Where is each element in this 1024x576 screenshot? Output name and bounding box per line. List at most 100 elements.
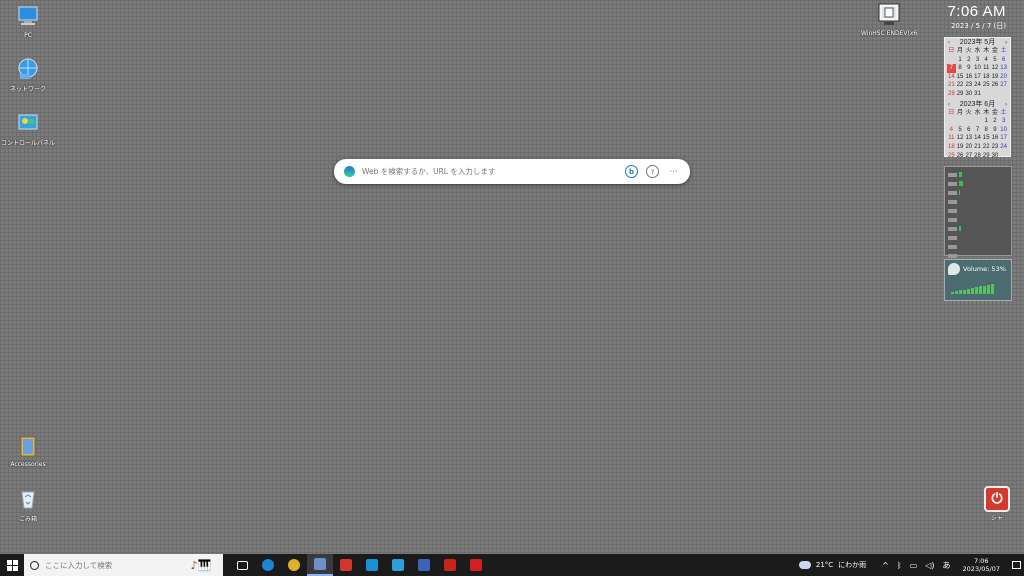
calendar-day[interactable]: 28 <box>973 152 982 161</box>
speaker-tray-icon[interactable]: ◁) <box>925 561 934 570</box>
calendar-day[interactable]: 9 <box>964 64 973 73</box>
calendar-day[interactable]: 2 <box>991 117 1000 126</box>
calendar-day[interactable]: 26 <box>991 81 1000 90</box>
calendar-day[interactable]: 17 <box>973 73 982 82</box>
calendar-day[interactable]: 18 <box>947 143 956 152</box>
chevron-up-icon[interactable]: ^ <box>882 561 889 570</box>
taskbar-app-monitor-app[interactable] <box>411 554 437 576</box>
desktop-icon-control-panel[interactable]: コントロールパネル <box>0 110 56 147</box>
next-month-icon[interactable]: › <box>1005 101 1007 109</box>
calendar-day[interactable]: 24 <box>973 81 982 90</box>
calendar-day[interactable]: 21 <box>947 81 956 90</box>
piano-icon[interactable]: ♪🎹 <box>179 554 223 576</box>
search-input[interactable] <box>362 167 617 176</box>
calendar-day[interactable]: 1 <box>982 117 991 126</box>
desktop-icon-network[interactable]: ネットワーク <box>0 56 56 93</box>
calendar-day[interactable]: 23 <box>991 143 1000 152</box>
weather-widget[interactable]: 21°C にわか雨 <box>798 560 866 570</box>
calendar-day[interactable]: 26 <box>956 152 965 161</box>
calendar-day[interactable]: 20 <box>964 143 973 152</box>
calendar-day[interactable]: 16 <box>991 134 1000 143</box>
calendar-day[interactable]: 16 <box>964 73 973 82</box>
calendar-day[interactable]: 14 <box>947 73 956 82</box>
calendar-day[interactable]: 3 <box>973 56 982 65</box>
calendar-day[interactable]: 22 <box>956 81 965 90</box>
calendar-day[interactable]: 29 <box>982 152 991 161</box>
calendar-day[interactable]: 3 <box>999 117 1008 126</box>
calendar-day[interactable]: 7 <box>973 126 982 135</box>
more-options-icon[interactable]: ··· <box>667 165 680 178</box>
browser-search-box[interactable]: b ? ··· <box>334 159 690 184</box>
calendar-day[interactable]: 20 <box>999 73 1008 82</box>
calendar-day[interactable]: 24 <box>999 143 1008 152</box>
calendar-day[interactable]: 6 <box>999 56 1008 65</box>
calendar-day[interactable]: 11 <box>947 134 956 143</box>
taskbar-search[interactable] <box>24 554 179 576</box>
calendar-day[interactable]: 15 <box>956 73 965 82</box>
taskbar-app-app-active[interactable] <box>307 554 333 576</box>
network-tray-icon[interactable]: ▭ <box>910 561 918 570</box>
calendar-day[interactable]: 31 <box>973 90 982 99</box>
taskbar-app-red-app[interactable] <box>333 554 359 576</box>
taskbar-app-edge[interactable] <box>255 554 281 576</box>
volume-level-bars[interactable] <box>951 284 994 294</box>
calendar-day[interactable]: 4 <box>947 126 956 135</box>
calendar-day[interactable]: 8 <box>956 64 965 73</box>
calendar-day[interactable]: 29 <box>956 90 965 99</box>
calendar-day[interactable]: 6 <box>964 126 973 135</box>
taskbar-app-red-app-2[interactable] <box>437 554 463 576</box>
calendar-day[interactable]: 18 <box>982 73 991 82</box>
notification-button[interactable] <box>1008 554 1024 576</box>
calendar-day[interactable]: 30 <box>991 152 1000 161</box>
calendar-day[interactable]: 1 <box>956 56 965 65</box>
calendar-day[interactable]: 9 <box>991 126 1000 135</box>
calendar-day[interactable]: 5 <box>956 126 965 135</box>
calendar-day[interactable]: 17 <box>999 134 1008 143</box>
calendar-day[interactable]: 15 <box>982 134 991 143</box>
taskbar-app-task-view[interactable] <box>229 554 255 576</box>
next-month-icon[interactable]: › <box>1005 39 1007 47</box>
calendar-day[interactable]: 23 <box>964 81 973 90</box>
taskbar-app-ty-app[interactable] <box>463 554 489 576</box>
calendar-day[interactable]: 14 <box>973 134 982 143</box>
bing-chat-icon[interactable]: b <box>625 165 638 178</box>
calendar-day[interactable]: 21 <box>973 143 982 152</box>
calendar-day[interactable]: 22 <box>982 143 991 152</box>
calendar-day[interactable]: 13 <box>999 64 1008 73</box>
taskbar-clock[interactable]: 7:06 2023/05/07 <box>963 557 1000 573</box>
desktop-icon-winhsc[interactable]: WinHSC ENDEV(x64) <box>861 2 917 37</box>
taskbar-app-store[interactable] <box>385 554 411 576</box>
desktop-icon-pc[interactable]: PC <box>0 4 56 39</box>
desktop-icon-recycle-bin[interactable]: ごみ箱 <box>0 486 56 523</box>
calendar-day[interactable]: 30 <box>964 90 973 99</box>
calendar-day[interactable]: 2 <box>964 56 973 65</box>
desktop-icon-accessories[interactable]: Accessories <box>0 433 56 468</box>
calendar-day[interactable]: 25 <box>947 152 956 161</box>
calendar-day[interactable]: 7 <box>947 64 956 73</box>
start-button[interactable] <box>0 554 24 576</box>
calendar-day[interactable]: 25 <box>982 81 991 90</box>
help-icon[interactable]: ? <box>646 165 659 178</box>
calendar-day[interactable]: 12 <box>991 64 1000 73</box>
bluetooth-icon[interactable]: ᛒ <box>897 561 902 570</box>
calendar-day[interactable]: 19 <box>956 143 965 152</box>
prev-month-icon[interactable]: ‹ <box>948 101 950 109</box>
ime-indicator[interactable]: あ <box>943 560 951 571</box>
shutdown-shortcut[interactable]: ⏻ シャ <box>982 486 1012 522</box>
taskbar-app-chrome[interactable] <box>281 554 307 576</box>
taskbar-search-input[interactable] <box>45 560 155 570</box>
calendar-day[interactable]: 10 <box>973 64 982 73</box>
calendar-day[interactable]: 27 <box>964 152 973 161</box>
calendar-day[interactable]: 19 <box>991 73 1000 82</box>
calendar-day[interactable]: 12 <box>956 134 965 143</box>
calendar-day[interactable]: 5 <box>991 56 1000 65</box>
prev-month-icon[interactable]: ‹ <box>948 39 950 47</box>
calendar-day[interactable]: 28 <box>947 90 956 99</box>
calendar-day[interactable]: 4 <box>982 56 991 65</box>
calendar-day[interactable]: 10 <box>999 126 1008 135</box>
volume-gadget[interactable]: Volume: 53% <box>944 259 1012 301</box>
calendar-day[interactable]: 8 <box>982 126 991 135</box>
taskbar-app-blue-app[interactable] <box>359 554 385 576</box>
calendar-day[interactable]: 11 <box>982 64 991 73</box>
calendar-day[interactable]: 27 <box>999 81 1008 90</box>
